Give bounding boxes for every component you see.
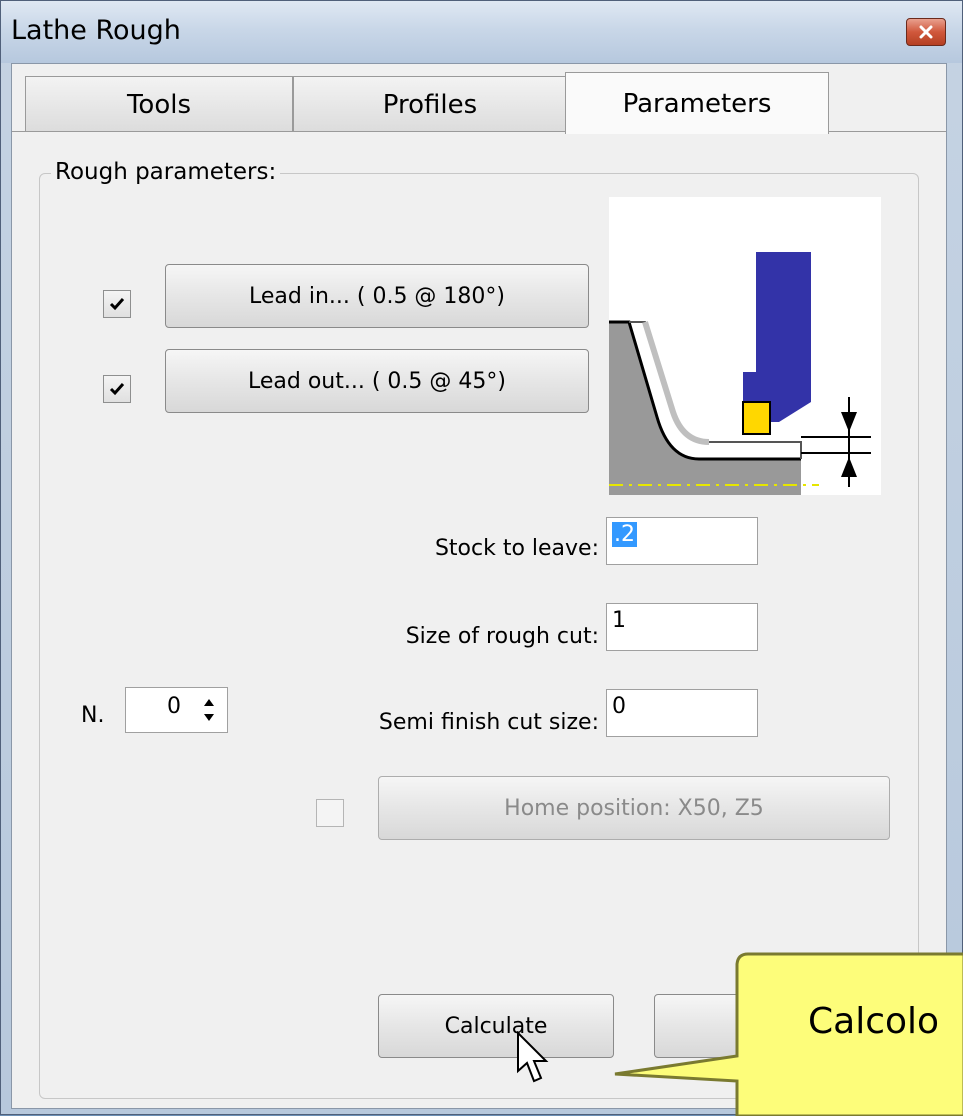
passes-label: N. — [81, 703, 105, 728]
mouse-cursor-icon — [517, 1031, 549, 1083]
stock-to-leave-input[interactable]: .2 — [606, 517, 758, 565]
lead-out-checkbox[interactable] — [103, 375, 131, 403]
semi-finish-cut-size-label: Semi finish cut size: — [378, 710, 599, 735]
lead-out-button[interactable]: Lead out... ( 0.5 @ 45°) — [165, 349, 589, 413]
close-icon — [919, 25, 933, 39]
close-button[interactable] — [906, 18, 946, 46]
group-label: Rough parameters: — [51, 159, 281, 185]
tab-parameters[interactable]: Parameters — [565, 72, 829, 134]
lathe-rough-diagram — [609, 252, 871, 495]
lead-in-button[interactable]: Lead in... ( 0.5 @ 180°) — [165, 264, 589, 328]
size-of-rough-cut-input[interactable]: 1 — [606, 603, 758, 651]
passes-value: 0 — [167, 694, 181, 719]
rough-cut-illustration — [609, 197, 881, 495]
passes-spinner[interactable]: 0 — [125, 687, 228, 733]
calculate-button[interactable]: Calculate — [378, 994, 614, 1058]
lead-in-checkbox[interactable] — [103, 290, 131, 318]
checkmark-icon — [109, 298, 125, 311]
stock-to-leave-value: .2 — [612, 522, 637, 547]
tab-tools[interactable]: Tools — [25, 76, 293, 132]
tab-profiles[interactable]: Profiles — [293, 76, 567, 132]
spin-arrows-icon[interactable] — [201, 694, 217, 726]
lathe-rough-dialog: Lathe Rough Tools Profiles Parameters Ro… — [0, 0, 963, 1116]
stock-to-leave-label: Stock to leave: — [434, 536, 599, 561]
checkmark-icon — [109, 383, 125, 396]
home-position-button[interactable]: Home position: X50, Z5 — [378, 776, 890, 840]
semi-finish-cut-size-input[interactable]: 0 — [606, 689, 758, 737]
tooltip-text: Calcolo — [808, 1001, 940, 1042]
home-position-checkbox[interactable] — [316, 799, 344, 827]
size-of-rough-cut-label: Size of rough cut: — [405, 624, 599, 649]
selected-text: .2 — [612, 522, 637, 547]
window-title: Lathe Rough — [11, 15, 181, 46]
title-bar[interactable]: Lathe Rough — [1, 1, 962, 63]
